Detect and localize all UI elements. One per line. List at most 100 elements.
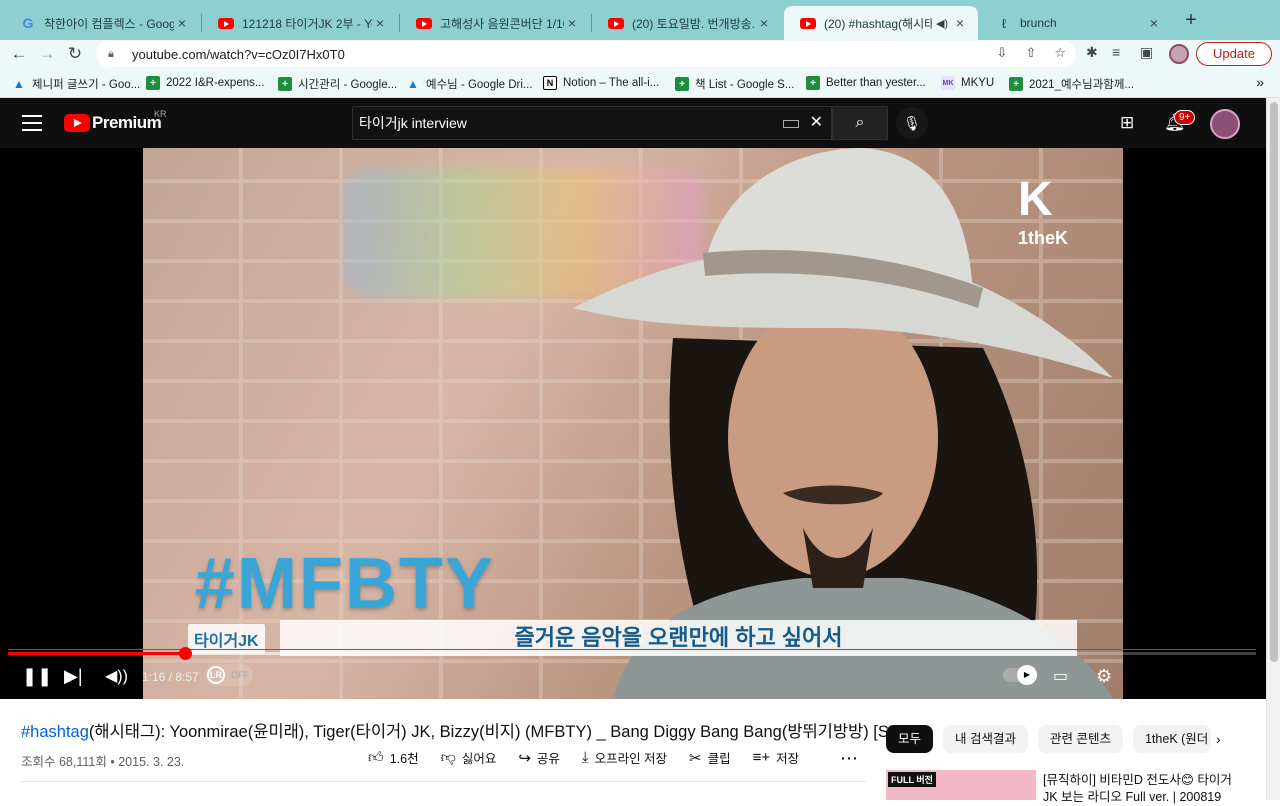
bookmark-item[interactable]: +2021_예수님과함께... (1009, 76, 1134, 92)
side-panel-icon[interactable]: ▣ (1140, 44, 1153, 61)
progress-bar[interactable] (8, 647, 1256, 660)
lr-icon: LR (207, 666, 225, 684)
tab-title: (20) 토요일밤. 번개방송.. 놀라 (632, 16, 756, 31)
download-button[interactable]: ⤓ 오프라인 저장 (582, 748, 667, 767)
close-tab-icon[interactable]: × (174, 15, 190, 31)
tab-title: 고해성사 음원콘버단 1/10000 (440, 16, 564, 31)
speaker-icon[interactable]: ◀) (932, 17, 952, 30)
browser-tab[interactable]: G 착한아이 컴플렉스 - Google 검 × (4, 6, 200, 40)
recommended-video-title[interactable]: [뮤직하이] 비타민D 전도사😊 타이거JK 보는 라디오 Full ver. … (1043, 772, 1243, 806)
extensions-puzzle-icon[interactable]: ✱ (1086, 44, 1098, 61)
youtube-premium-logo[interactable]: Premium KR (64, 109, 167, 133)
close-tab-icon[interactable]: × (372, 15, 388, 31)
keyboard-icon[interactable] (783, 120, 799, 128)
bookmark-item[interactable]: + 시간관리 - Google... (278, 76, 397, 92)
bookmark-item[interactable]: + 책 List - Google S... (675, 76, 794, 92)
chip-related[interactable]: 관련 콘텐츠 (1038, 725, 1123, 753)
action-bar: 👍︎ 1.6천 👎︎ 싫어요 ↪ 공유 ⤓ 오프라인 저장 ✂ 클립 ≡+ 저장 (368, 748, 821, 767)
recommended-video-thumbnail[interactable]: FULL 버전 (886, 770, 1036, 800)
url-text: youtube.com/watch?v=cOz0I7Hx0T0 (132, 46, 345, 62)
address-bar[interactable]: 🔒︎ youtube.com/watch?v=cOz0I7Hx0T0 ⇩ ⇧ ☆ (96, 41, 1076, 67)
play-icon: ▶ (1017, 665, 1037, 685)
browser-tab-strip: G 착한아이 컴플렉스 - Google 검 × 121218 타이거JK 2부… (0, 0, 1280, 40)
voice-search-mic-icon[interactable]: 🎙︎ (896, 107, 928, 139)
bookmark-item[interactable]: N Notion – The all-i... (543, 76, 659, 90)
sheets-icon: + (146, 76, 160, 90)
browser-tab-active[interactable]: (20) #hashtag(해시태그) ◀) × (784, 6, 978, 40)
browser-tab[interactable]: (20) 토요일밤. 번개방송.. 놀라 × (592, 6, 782, 40)
sheets-icon: + (1009, 77, 1023, 91)
caption-subtitle: 즐거운 음악을 오랜만에 하고 싶어서 (280, 620, 1077, 656)
create-video-icon[interactable]: ⊞ (1120, 113, 1134, 133)
bookmark-item[interactable]: MK MKYU (941, 76, 994, 90)
youtube-icon (608, 15, 624, 31)
autoplay-toggle[interactable]: ▶ (1003, 665, 1037, 685)
clip-button[interactable]: ✂ 클립 (689, 748, 731, 767)
thumbs-down-icon: 👎︎ (440, 748, 456, 766)
back-arrow-icon[interactable]: ← (8, 43, 30, 65)
save-button[interactable]: ≡+ 저장 (753, 748, 800, 767)
forward-arrow-icon[interactable]: → (36, 43, 58, 65)
update-button[interactable]: Update (1196, 42, 1272, 66)
search-button[interactable]: ⌕ (832, 106, 888, 140)
chip-my-results[interactable]: 내 검색결과 (943, 725, 1028, 753)
clear-search-icon[interactable]: ✕ (810, 107, 823, 139)
add-playlist-icon: ≡+ (752, 749, 771, 766)
browser-tab[interactable]: ℓ brunch × (980, 6, 1172, 40)
dislike-button[interactable]: 👎︎ 싫어요 (441, 748, 497, 767)
close-tab-icon[interactable]: × (756, 15, 772, 31)
chip-all[interactable]: 모두 (886, 725, 934, 753)
subtitles-icon[interactable]: ▭ (1053, 666, 1068, 686)
sheets-icon: + (675, 77, 689, 91)
youtube-icon (416, 15, 432, 31)
channel-watermark: K 1theK (1018, 173, 1069, 249)
language-reactor-toggle[interactable]: LR OFF (205, 664, 253, 686)
video-player[interactable]: K 1theK #MFBTY 타이거JK 즐거운 음악을 오랜만에 하고 싶어서… (0, 148, 1266, 699)
profile-avatar[interactable] (1169, 44, 1189, 64)
bookmark-item[interactable]: ▲ 예수님 - Google Dri... (406, 76, 532, 92)
page-scrollbar[interactable] (1266, 98, 1280, 800)
chip-channel[interactable]: 1theK (원더 (1132, 725, 1211, 753)
video-frame: K 1theK #MFBTY 타이거JK 즐거운 음악을 오랜만에 하고 싶어서 (143, 148, 1123, 699)
next-icon[interactable]: ▶| (64, 666, 83, 687)
like-button[interactable]: 👍︎ 1.6천 (368, 748, 419, 767)
close-tab-icon[interactable]: × (564, 15, 580, 31)
search-icon: ⌕ (855, 114, 865, 131)
lock-icon: 🔒︎ (108, 47, 114, 60)
scrollbar-thumb[interactable] (1270, 102, 1278, 662)
video-meta: 조회수 68,111회 • 2015. 3. 23. (21, 755, 185, 769)
bookmark-item[interactable]: ▲ 제니퍼 글쓰기 - Goo... (12, 76, 140, 92)
reload-icon[interactable]: ↻ (64, 43, 86, 65)
bookmark-item[interactable]: +2022 I&R-expens... (146, 76, 264, 90)
close-tab-icon[interactable]: × (952, 15, 968, 31)
more-actions-icon[interactable]: ⋯ (840, 748, 858, 769)
bookmark-star-icon[interactable]: ☆ (1054, 45, 1066, 61)
region-label: KR (154, 109, 167, 119)
time-display: 1:16 / 8:57 (142, 670, 199, 684)
browser-tab[interactable]: 121218 타이거JK 2부 - YouTu × (202, 6, 398, 40)
new-tab-icon[interactable]: + (1180, 10, 1202, 32)
close-tab-icon[interactable]: × (1146, 15, 1162, 31)
account-avatar[interactable] (1210, 109, 1240, 139)
pause-icon[interactable]: ❚❚ (22, 666, 52, 687)
install-app-icon[interactable]: ⇩ (997, 45, 1008, 61)
sheets-icon: + (806, 76, 820, 90)
sheets-icon: + (278, 77, 292, 91)
title-hashtag-link[interactable]: #hashtag (21, 723, 89, 741)
search-input[interactable]: 타이거jk interview ✕ (352, 106, 832, 140)
share-button[interactable]: ↪ 공유 (518, 748, 560, 767)
tab-title: 121218 타이거JK 2부 - YouTu (242, 16, 372, 31)
volume-icon[interactable]: ◀)) (105, 666, 128, 686)
media-control-icon[interactable]: ≡ (1112, 44, 1120, 60)
browser-tab[interactable]: 고해성사 음원콘버단 1/10000 × (400, 6, 590, 40)
chevron-right-icon[interactable]: › (1216, 731, 1221, 747)
masthead: Premium KR 타이거jk interview ✕ ⌕ 🎙︎ ⊞ 🔔︎ 9… (0, 98, 1266, 148)
youtube-play-icon (64, 114, 90, 132)
download-icon: ⤓ (581, 749, 589, 766)
menu-icon[interactable] (22, 115, 42, 131)
settings-gear-icon[interactable]: ⚙ (1096, 666, 1112, 687)
more-bookmarks-icon[interactable]: » (1256, 74, 1264, 90)
thumbs-up-icon: 👍︎ (368, 748, 384, 766)
share-icon[interactable]: ⇧ (1025, 45, 1036, 61)
bookmark-item[interactable]: + Better than yester... (806, 76, 926, 90)
